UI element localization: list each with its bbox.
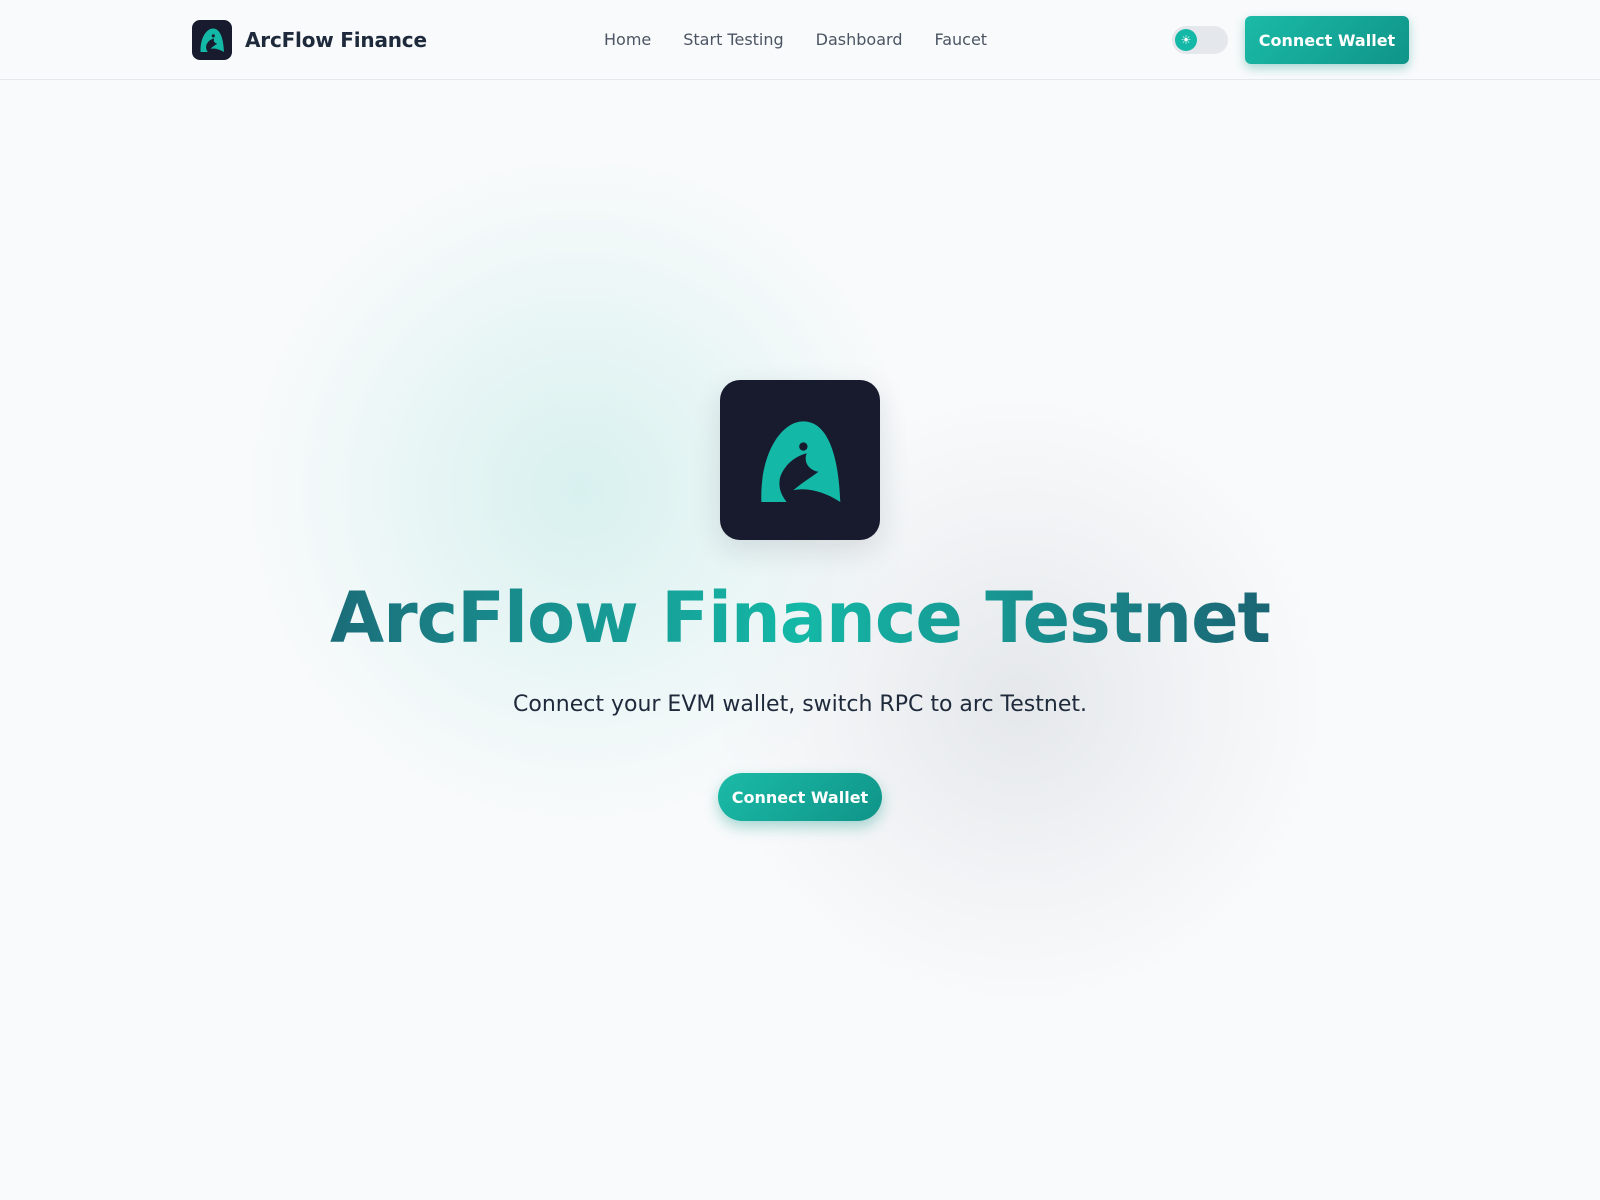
arcflow-logo-icon	[192, 20, 232, 60]
hero-subtitle: Connect your EVM wallet, switch RPC to a…	[513, 692, 1087, 717]
nav-start-testing[interactable]: Start Testing	[683, 30, 783, 49]
arcflow-logo-large-icon	[720, 380, 880, 540]
connect-wallet-button-header[interactable]: Connect Wallet	[1245, 16, 1409, 64]
brand[interactable]: ArcFlow Finance	[192, 20, 427, 60]
main-nav: Home Start Testing Dashboard Faucet	[604, 30, 987, 49]
hero-title-part-3: Testnet	[985, 577, 1271, 659]
hero-title: ArcFlow Finance Testnet	[0, 578, 1600, 658]
sun-icon: ☀	[1175, 29, 1197, 51]
hero-title-part-1: ArcFlow	[329, 577, 638, 659]
hero-title-part-2: Finance	[661, 577, 962, 659]
connect-wallet-button-hero[interactable]: Connect Wallet	[718, 773, 882, 821]
nav-home[interactable]: Home	[604, 30, 651, 49]
theme-toggle[interactable]: ☀	[1172, 26, 1228, 54]
nav-dashboard[interactable]: Dashboard	[816, 30, 903, 49]
brand-name: ArcFlow Finance	[245, 28, 427, 52]
top-navbar: ArcFlow Finance Home Start Testing Dashb…	[0, 0, 1600, 80]
nav-faucet[interactable]: Faucet	[934, 30, 987, 49]
